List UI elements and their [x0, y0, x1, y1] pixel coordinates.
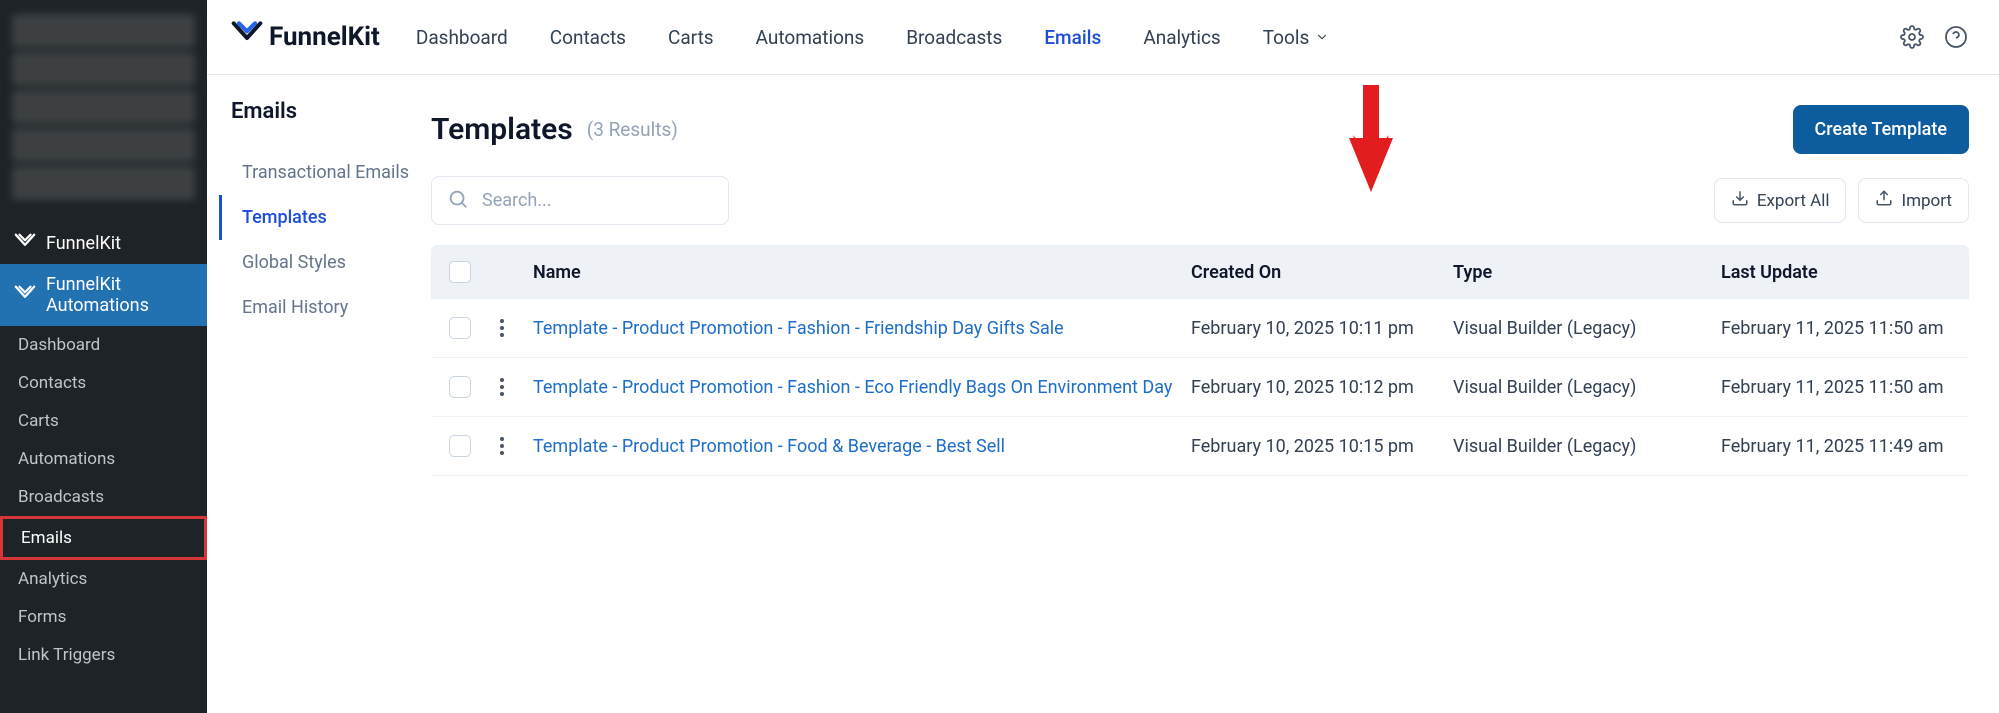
wp-section: FunnelKit FunnelKit Automations Dashboar…	[0, 214, 207, 674]
table-header: Name Created On Type Last Update	[431, 245, 1969, 299]
brand-logo[interactable]: FunnelKit	[231, 18, 380, 57]
type-cell: Visual Builder (Legacy)	[1453, 318, 1721, 339]
side-nav-transactional-emails[interactable]: Transactional Emails	[219, 150, 423, 195]
select-all-checkbox[interactable]	[449, 261, 471, 283]
kebab-icon[interactable]	[495, 378, 509, 396]
th-name: Name	[527, 262, 1191, 283]
import-icon	[1875, 189, 1893, 212]
wp-blur-item	[12, 90, 195, 124]
table-row: Template - Product Promotion - Food & Be…	[431, 417, 1969, 476]
nav-broadcasts[interactable]: Broadcasts	[906, 26, 1002, 49]
side-nav-email-history[interactable]: Email History	[219, 285, 423, 330]
wp-submenu-link-triggers[interactable]: Link Triggers	[0, 636, 207, 674]
wp-submenu-carts[interactable]: Carts	[0, 402, 207, 440]
nav-tools[interactable]: Tools	[1263, 26, 1330, 49]
create-template-button[interactable]: Create Template	[1793, 105, 1969, 154]
brand-icon	[231, 18, 263, 57]
wp-menu-label: FunnelKit Automations	[46, 274, 193, 316]
top-nav: FunnelKit Dashboard Contacts Carts Autom…	[207, 0, 1999, 75]
wp-blur-item	[12, 52, 195, 86]
wp-submenu-analytics[interactable]: Analytics	[0, 560, 207, 598]
wp-blur-item	[12, 128, 195, 162]
kebab-icon[interactable]	[495, 319, 509, 337]
th-type: Type	[1453, 262, 1721, 283]
row-checkbox[interactable]	[449, 317, 471, 339]
th-updated: Last Update	[1721, 262, 1951, 283]
row-checkbox[interactable]	[449, 376, 471, 398]
funnelkit-icon	[14, 284, 36, 306]
wp-submenu-contacts[interactable]: Contacts	[0, 364, 207, 402]
nav-contacts[interactable]: Contacts	[550, 26, 626, 49]
app-area: FunnelKit Dashboard Contacts Carts Autom…	[207, 0, 1999, 713]
created-cell: February 10, 2025 10:15 pm	[1191, 436, 1453, 457]
template-name-link[interactable]: Template - Product Promotion - Food & Be…	[527, 436, 1191, 457]
type-cell: Visual Builder (Legacy)	[1453, 377, 1721, 398]
wp-submenu-forms[interactable]: Forms	[0, 598, 207, 636]
templates-table: Name Created On Type Last Update Templat…	[431, 245, 1969, 476]
created-cell: February 10, 2025 10:12 pm	[1191, 377, 1453, 398]
wp-submenu-dashboard[interactable]: Dashboard	[0, 326, 207, 364]
results-count: (3 Results)	[587, 118, 678, 141]
side-nav: Emails Transactional Emails Templates Gl…	[207, 75, 431, 713]
body-row: Emails Transactional Emails Templates Gl…	[207, 75, 1999, 713]
chevron-down-icon	[1315, 26, 1329, 49]
wp-menu-funnelkit-automations[interactable]: FunnelKit Automations	[0, 264, 207, 326]
import-label: Import	[1901, 191, 1952, 211]
toolbar-row: Export All Import	[431, 176, 1969, 225]
wp-submenu-broadcasts[interactable]: Broadcasts	[0, 478, 207, 516]
side-nav-templates[interactable]: Templates	[219, 195, 423, 240]
nav-carts[interactable]: Carts	[668, 26, 714, 49]
type-cell: Visual Builder (Legacy)	[1453, 436, 1721, 457]
search-input[interactable]	[431, 176, 729, 225]
table-row: Template - Product Promotion - Fashion -…	[431, 299, 1969, 358]
search-wrap	[431, 176, 729, 225]
updated-cell: February 11, 2025 11:49 am	[1721, 436, 1951, 457]
updated-cell: February 11, 2025 11:50 am	[1721, 318, 1951, 339]
nav-items: Dashboard Contacts Carts Automations Bro…	[416, 26, 1329, 49]
wp-submenu-emails[interactable]: Emails	[0, 516, 207, 560]
wp-blur-item	[12, 166, 195, 200]
brand-text: FunnelKit	[269, 22, 380, 52]
export-label: Export All	[1757, 191, 1830, 211]
export-icon	[1731, 189, 1749, 212]
nav-automations[interactable]: Automations	[756, 26, 865, 49]
side-nav-global-styles[interactable]: Global Styles	[219, 240, 423, 285]
template-name-link[interactable]: Template - Product Promotion - Fashion -…	[527, 377, 1191, 398]
settings-icon[interactable]	[1899, 24, 1925, 50]
wp-submenu-automations[interactable]: Automations	[0, 440, 207, 478]
side-nav-title: Emails	[231, 99, 423, 124]
nav-dashboard[interactable]: Dashboard	[416, 26, 508, 49]
page-title: Templates	[431, 112, 573, 147]
kebab-icon[interactable]	[495, 437, 509, 455]
import-button[interactable]: Import	[1858, 178, 1969, 223]
updated-cell: February 11, 2025 11:50 am	[1721, 377, 1951, 398]
wp-menu-label: FunnelKit	[46, 233, 121, 254]
wp-admin-sidebar: FunnelKit FunnelKit Automations Dashboar…	[0, 0, 207, 713]
search-icon	[447, 188, 469, 214]
wp-menu-funnelkit[interactable]: FunnelKit	[0, 222, 207, 264]
wp-blur-item	[12, 14, 195, 48]
table-row: Template - Product Promotion - Fashion -…	[431, 358, 1969, 417]
content: Templates (3 Results) Create Template	[431, 75, 1999, 713]
help-icon[interactable]	[1943, 24, 1969, 50]
row-checkbox[interactable]	[449, 435, 471, 457]
th-created: Created On	[1191, 262, 1453, 283]
nav-emails[interactable]: Emails	[1044, 26, 1101, 49]
created-cell: February 10, 2025 10:11 pm	[1191, 318, 1453, 339]
nav-analytics[interactable]: Analytics	[1143, 26, 1220, 49]
export-all-button[interactable]: Export All	[1714, 178, 1847, 223]
wp-blur-section	[0, 0, 207, 214]
template-name-link[interactable]: Template - Product Promotion - Fashion -…	[527, 318, 1191, 339]
content-header: Templates (3 Results) Create Template	[431, 105, 1969, 154]
funnelkit-icon	[14, 232, 36, 254]
